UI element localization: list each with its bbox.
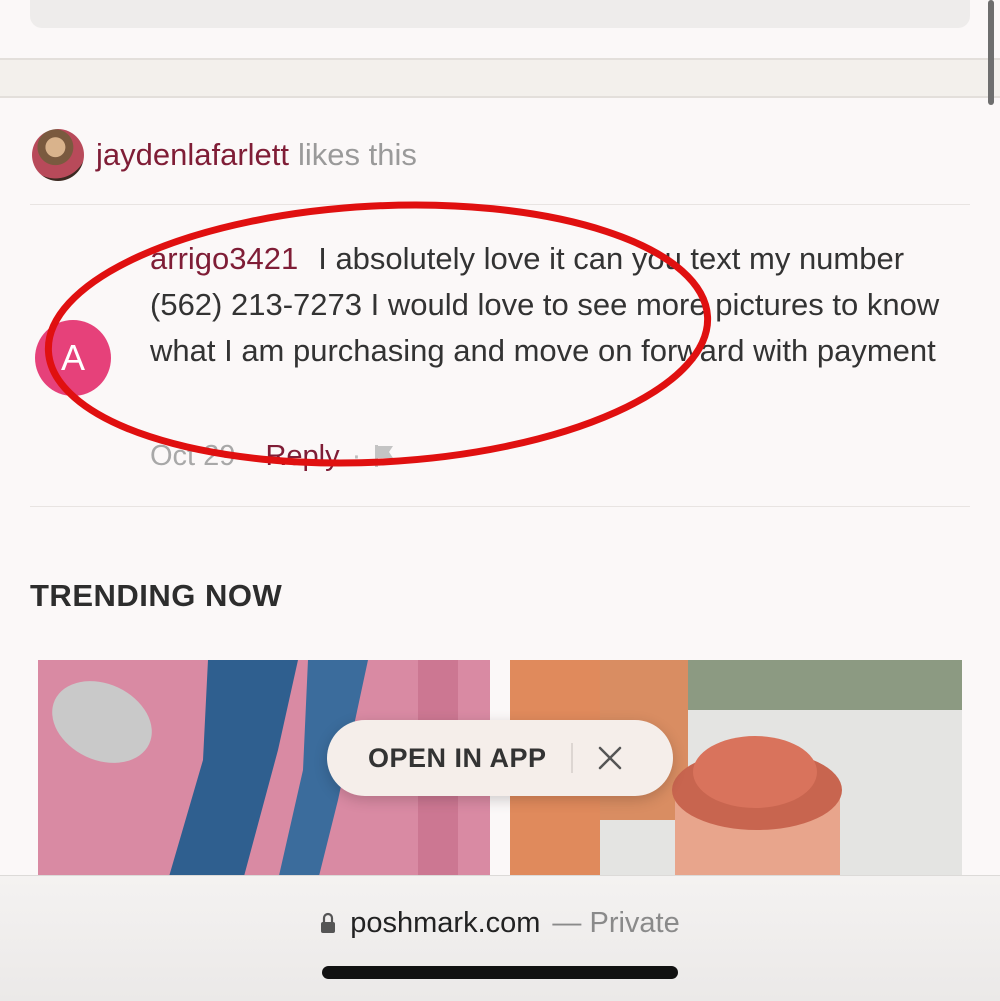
address-bar[interactable]: poshmark.com — Private — [0, 904, 1000, 942]
commenter-avatar[interactable]: A — [35, 320, 111, 396]
reply-link[interactable]: Reply — [265, 440, 339, 473]
comment-text: arrigo3421 I absolutely love it can you t… — [150, 236, 960, 374]
private-mode-label: — Private — [552, 906, 680, 939]
likes-row: jaydenlafarlett likes this — [32, 128, 417, 182]
open-in-app-button[interactable]: OPEN IN APP — [368, 743, 547, 774]
meta-separator: · — [351, 439, 362, 472]
previous-card — [30, 0, 970, 28]
lock-icon — [321, 912, 336, 933]
home-indicator[interactable] — [322, 966, 678, 979]
pill-divider — [570, 743, 573, 773]
url-domain: poshmark.com — [350, 906, 541, 939]
divider — [30, 506, 970, 507]
divider — [30, 204, 970, 205]
open-in-app-banner: OPEN IN APP — [327, 720, 673, 796]
commenter-username[interactable]: arrigo3421 — [150, 241, 298, 276]
liker-username[interactable]: jaydenlafarlett — [96, 137, 289, 173]
close-icon[interactable] — [597, 745, 623, 771]
likes-label: likes this — [298, 137, 417, 172]
flag-icon[interactable] — [373, 443, 397, 469]
scrollbar[interactable] — [988, 0, 994, 105]
section-divider — [0, 58, 1000, 98]
trending-title: TRENDING NOW — [30, 578, 283, 613]
comment-meta: Oct 29 Reply · — [150, 436, 397, 476]
liker-avatar[interactable] — [32, 129, 84, 181]
comment-date: Oct 29 — [150, 439, 236, 472]
